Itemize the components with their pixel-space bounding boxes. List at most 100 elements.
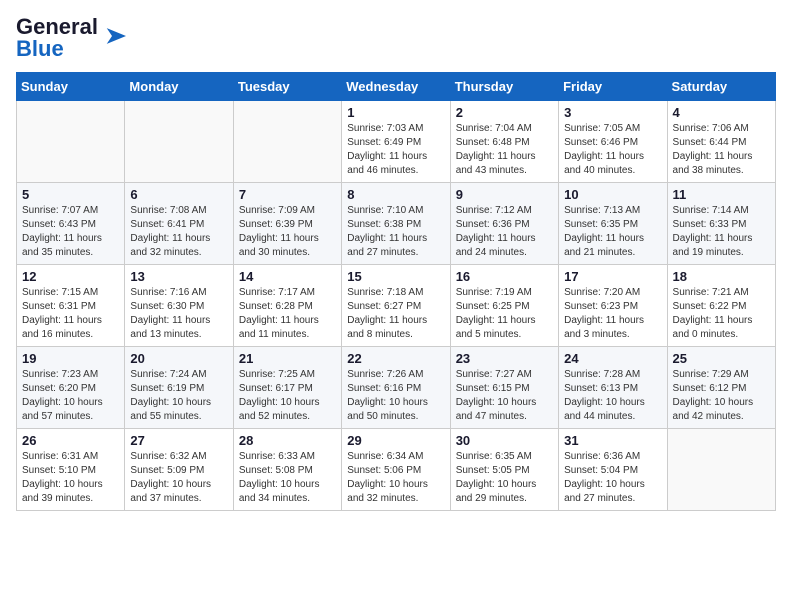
weekday-header-friday: Friday	[559, 73, 667, 101]
day-number: 23	[456, 351, 553, 366]
day-cell: 7Sunrise: 7:09 AM Sunset: 6:39 PM Daylig…	[233, 183, 341, 265]
week-row-2: 5 Sunrise: 7:07 AM Sunset: 6:43 PM Daylig…	[17, 183, 776, 265]
day-number: 12	[22, 269, 119, 284]
calendar-table: SundayMondayTuesdayWednesdayThursdayFrid…	[16, 72, 776, 511]
day-number: 18	[673, 269, 770, 284]
day-cell: 4 Sunrise: 7:06 AM Sunset: 6:44 PM Daylig…	[667, 101, 775, 183]
day-number: 22	[347, 351, 444, 366]
day-info: Sunrise: 7:19 AM Sunset: 6:25 PM Dayligh…	[456, 286, 553, 342]
day-number: 5	[22, 187, 119, 202]
day-info: Sunrise: 7:08 AM Sunset: 6:41 PM Dayligh…	[130, 204, 227, 260]
day-info: Sunrise: 7:25 AM Sunset: 6:17 PM Dayligh…	[239, 368, 336, 424]
day-cell: 19 Sunrise: 7:23 AM Sunset: 6:20 PM Dayli…	[17, 347, 125, 429]
day-number: 3	[564, 105, 661, 120]
day-number: 10	[564, 187, 661, 202]
day-number: 25	[673, 351, 770, 366]
day-cell: 25Sunrise: 7:29 AM Sunset: 6:12 PM Dayli…	[667, 347, 775, 429]
day-cell: 26 Sunrise: 6:31 AM Sunset: 5:10 PM Dayli…	[17, 429, 125, 511]
day-number: 14	[239, 269, 336, 284]
day-cell: 28Sunrise: 6:33 AM Sunset: 5:08 PM Dayli…	[233, 429, 341, 511]
day-number: 11	[673, 187, 770, 202]
day-cell: 6 Sunrise: 7:08 AM Sunset: 6:41 PM Daylig…	[125, 183, 233, 265]
day-cell: 15 Sunrise: 7:18 AM Sunset: 6:27 PM Dayli…	[342, 265, 450, 347]
day-cell: 13 Sunrise: 7:16 AM Sunset: 6:30 PM Dayli…	[125, 265, 233, 347]
day-number: 27	[130, 433, 227, 448]
day-info: Sunrise: 7:16 AM Sunset: 6:30 PM Dayligh…	[130, 286, 227, 342]
day-info: Sunrise: 7:04 AM Sunset: 6:48 PM Dayligh…	[456, 122, 553, 178]
day-cell: 17 Sunrise: 7:20 AM Sunset: 6:23 PM Dayli…	[559, 265, 667, 347]
day-info: Sunrise: 7:12 AM Sunset: 6:36 PM Dayligh…	[456, 204, 553, 260]
week-row-5: 26 Sunrise: 6:31 AM Sunset: 5:10 PM Dayli…	[17, 429, 776, 511]
day-cell: 20 Sunrise: 7:24 AM Sunset: 6:19 PM Dayli…	[125, 347, 233, 429]
day-cell: 1 Sunrise: 7:03 AM Sunset: 6:49 PM Daylig…	[342, 101, 450, 183]
day-info: Sunrise: 7:20 AM Sunset: 6:23 PM Dayligh…	[564, 286, 661, 342]
weekday-header-sunday: Sunday	[17, 73, 125, 101]
weekday-header-wednesday: Wednesday	[342, 73, 450, 101]
day-info: Sunrise: 7:09 AM Sunset: 6:39 PM Dayligh…	[239, 204, 336, 260]
day-info: Sunrise: 7:24 AM Sunset: 6:19 PM Dayligh…	[130, 368, 227, 424]
day-number: 24	[564, 351, 661, 366]
day-cell	[233, 101, 341, 183]
week-row-4: 19 Sunrise: 7:23 AM Sunset: 6:20 PM Dayli…	[17, 347, 776, 429]
logo-text: GeneralBlue	[16, 16, 98, 60]
day-cell: 3 Sunrise: 7:05 AM Sunset: 6:46 PM Daylig…	[559, 101, 667, 183]
day-cell: 27Sunrise: 6:32 AM Sunset: 5:09 PM Dayli…	[125, 429, 233, 511]
calendar-body: 1 Sunrise: 7:03 AM Sunset: 6:49 PM Daylig…	[17, 101, 776, 511]
logo-icon	[98, 28, 126, 44]
day-cell: 23 Sunrise: 7:27 AM Sunset: 6:15 PM Dayli…	[450, 347, 558, 429]
day-number: 6	[130, 187, 227, 202]
day-info: Sunrise: 7:18 AM Sunset: 6:27 PM Dayligh…	[347, 286, 444, 342]
day-cell: 11 Sunrise: 7:14 AM Sunset: 6:33 PM Dayli…	[667, 183, 775, 265]
day-cell	[125, 101, 233, 183]
day-cell: 2 Sunrise: 7:04 AM Sunset: 6:48 PM Daylig…	[450, 101, 558, 183]
day-info: Sunrise: 7:14 AM Sunset: 6:33 PM Dayligh…	[673, 204, 770, 260]
day-info: Sunrise: 7:07 AM Sunset: 6:43 PM Dayligh…	[22, 204, 119, 260]
day-number: 31	[564, 433, 661, 448]
day-number: 17	[564, 269, 661, 284]
day-info: Sunrise: 7:03 AM Sunset: 6:49 PM Dayligh…	[347, 122, 444, 178]
weekday-header-tuesday: Tuesday	[233, 73, 341, 101]
day-number: 20	[130, 351, 227, 366]
day-number: 9	[456, 187, 553, 202]
day-number: 15	[347, 269, 444, 284]
day-number: 2	[456, 105, 553, 120]
header: GeneralBlue	[16, 16, 776, 60]
day-cell: 31 Sunrise: 6:36 AM Sunset: 5:04 PM Dayli…	[559, 429, 667, 511]
day-number: 8	[347, 187, 444, 202]
day-info: Sunrise: 7:05 AM Sunset: 6:46 PM Dayligh…	[564, 122, 661, 178]
day-info: Sunrise: 7:28 AM Sunset: 6:13 PM Dayligh…	[564, 368, 661, 424]
day-info: Sunrise: 7:13 AM Sunset: 6:35 PM Dayligh…	[564, 204, 661, 260]
day-cell: 5 Sunrise: 7:07 AM Sunset: 6:43 PM Daylig…	[17, 183, 125, 265]
day-number: 26	[22, 433, 119, 448]
day-cell: 14 Sunrise: 7:17 AM Sunset: 6:28 PM Dayli…	[233, 265, 341, 347]
day-info: Sunrise: 7:27 AM Sunset: 6:15 PM Dayligh…	[456, 368, 553, 424]
day-cell: 22 Sunrise: 7:26 AM Sunset: 6:16 PM Dayli…	[342, 347, 450, 429]
logo-blue: Blue	[16, 36, 64, 61]
day-cell: 24 Sunrise: 7:28 AM Sunset: 6:13 PM Dayli…	[559, 347, 667, 429]
day-info: Sunrise: 7:10 AM Sunset: 6:38 PM Dayligh…	[347, 204, 444, 260]
day-info: Sunrise: 7:17 AM Sunset: 6:28 PM Dayligh…	[239, 286, 336, 342]
day-cell: 21Sunrise: 7:25 AM Sunset: 6:17 PM Dayli…	[233, 347, 341, 429]
day-info: Sunrise: 6:35 AM Sunset: 5:05 PM Dayligh…	[456, 450, 553, 506]
day-info: Sunrise: 6:34 AM Sunset: 5:06 PM Dayligh…	[347, 450, 444, 506]
day-info: Sunrise: 7:26 AM Sunset: 6:16 PM Dayligh…	[347, 368, 444, 424]
day-number: 29	[347, 433, 444, 448]
day-number: 1	[347, 105, 444, 120]
weekday-header-saturday: Saturday	[667, 73, 775, 101]
day-number: 4	[673, 105, 770, 120]
day-info: Sunrise: 6:36 AM Sunset: 5:04 PM Dayligh…	[564, 450, 661, 506]
week-row-3: 12Sunrise: 7:15 AM Sunset: 6:31 PM Dayli…	[17, 265, 776, 347]
day-number: 13	[130, 269, 227, 284]
week-row-1: 1 Sunrise: 7:03 AM Sunset: 6:49 PM Daylig…	[17, 101, 776, 183]
day-number: 19	[22, 351, 119, 366]
day-number: 30	[456, 433, 553, 448]
day-cell	[17, 101, 125, 183]
day-info: Sunrise: 6:31 AM Sunset: 5:10 PM Dayligh…	[22, 450, 119, 506]
day-cell	[667, 429, 775, 511]
day-cell: 10 Sunrise: 7:13 AM Sunset: 6:35 PM Dayli…	[559, 183, 667, 265]
weekday-header-thursday: Thursday	[450, 73, 558, 101]
day-info: Sunrise: 7:23 AM Sunset: 6:20 PM Dayligh…	[22, 368, 119, 424]
day-cell: 8 Sunrise: 7:10 AM Sunset: 6:38 PM Daylig…	[342, 183, 450, 265]
day-cell: 9 Sunrise: 7:12 AM Sunset: 6:36 PM Daylig…	[450, 183, 558, 265]
day-info: Sunrise: 7:06 AM Sunset: 6:44 PM Dayligh…	[673, 122, 770, 178]
